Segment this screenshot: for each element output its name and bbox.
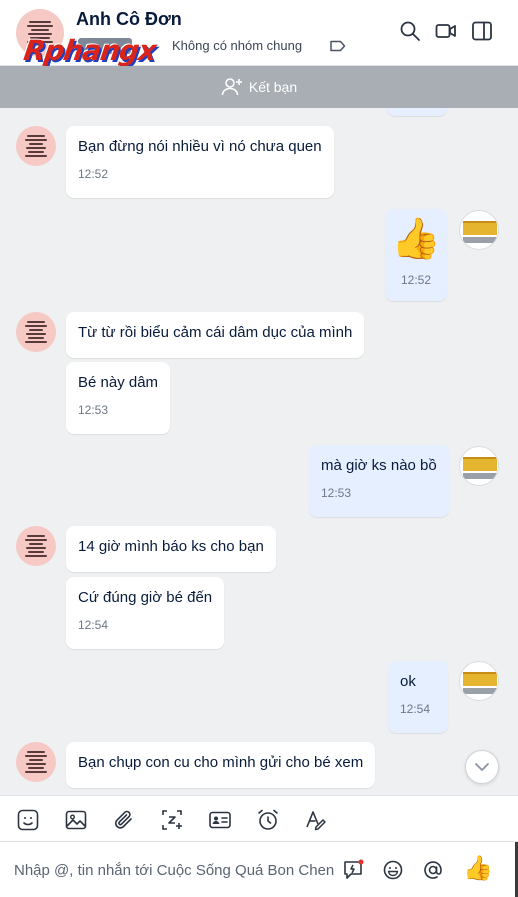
contact-subtitle: Không có nhóm chung — [172, 38, 303, 53]
message-bubble[interactable]: Bạn chụp con cu cho mình gửi cho bé xem — [66, 742, 376, 788]
message-text: Bạn chụp con cu cho mình gửi cho bé xem — [78, 754, 364, 771]
sender-avatar[interactable] — [16, 126, 56, 166]
message-bubble[interactable]: Bạn đừng nói nhiều vì nó chưa quen 12:52 — [66, 126, 334, 198]
message-text: Bạn đừng nói nhiều vì nó chưa quen — [78, 138, 322, 155]
quick-message-icon[interactable] — [342, 859, 364, 881]
sidebar-toggle-icon[interactable] — [471, 20, 493, 42]
add-friend-label: Kết bạn — [248, 79, 298, 95]
text-format-icon[interactable] — [304, 808, 328, 832]
add-friend-bar[interactable]: Kết bạn — [0, 66, 518, 108]
message-bubble[interactable]: Từ từ rồi biểu cảm cái dâm dục của mình — [66, 312, 365, 358]
message-time: 12:52 — [78, 167, 109, 181]
message-bubble[interactable]: mà giờ ks nào bồ 12:53 — [309, 445, 449, 517]
message-text: Từ từ rồi biểu cảm cái dâm dục của mình — [78, 324, 353, 341]
message-time: 12:53 — [78, 403, 109, 417]
message-time: 12:54 — [78, 618, 109, 632]
my-avatar[interactable] — [459, 661, 499, 701]
image-icon[interactable] — [64, 808, 88, 832]
composer-toolbar — [0, 795, 518, 842]
message-text: Bé này dâm — [78, 374, 159, 391]
message-bubble[interactable]: Cứ đúng giờ bé đến 12:54 — [66, 577, 225, 649]
contact-card-icon[interactable] — [208, 808, 232, 832]
scroll-to-bottom-button[interactable] — [465, 750, 499, 784]
watermark-logo: Rphangx — [21, 34, 158, 67]
tag-icon[interactable] — [330, 40, 346, 52]
my-avatar[interactable] — [459, 210, 499, 250]
video-call-icon[interactable] — [435, 20, 457, 42]
sticker-icon[interactable] — [16, 808, 40, 832]
search-icon[interactable] — [399, 20, 421, 42]
message-list[interactable]: Bạn đừng nói nhiều vì nó chưa quen 12:52… — [0, 108, 518, 795]
message-text: Cứ đúng giờ bé đến — [78, 589, 213, 606]
chat-header: Anh Cô Đơn Không có nhóm chung Rphangx — [0, 0, 518, 67]
contact-name[interactable]: Anh Cô Đơn — [76, 9, 182, 30]
message-bubble-sticker[interactable]: 👍 12:52 — [385, 209, 447, 301]
send-thumbs-up-button[interactable]: 👍 — [463, 854, 493, 882]
message-bubble[interactable]: ok 12:54 — [388, 661, 448, 733]
attachment-icon[interactable] — [112, 808, 136, 832]
mention-icon[interactable] — [422, 859, 444, 881]
sender-avatar[interactable] — [16, 742, 56, 782]
sender-avatar[interactable] — [16, 526, 56, 566]
message-time: 12:54 — [400, 702, 431, 716]
screenshot-icon[interactable] — [160, 808, 184, 832]
message-input[interactable] — [14, 858, 334, 882]
message-time: 12:53 — [321, 486, 352, 500]
message-text: ok — [400, 673, 416, 690]
message-time: 12:52 — [400, 273, 432, 287]
reminder-icon[interactable] — [256, 808, 280, 832]
chevron-down-icon — [475, 763, 489, 771]
message-bubble[interactable]: Bé này dâm 12:53 — [66, 362, 171, 434]
sender-avatar[interactable] — [16, 312, 56, 352]
message-composer: 👍 — [0, 842, 518, 897]
message-bubble[interactable]: 14 giờ mình báo ks cho bạn — [66, 526, 276, 572]
my-avatar[interactable] — [459, 446, 499, 486]
add-friend-icon — [221, 78, 242, 96]
emoji-icon[interactable] — [382, 859, 404, 881]
message-text: 14 giờ mình báo ks cho bạn — [78, 538, 264, 555]
message-bubble-partial — [387, 108, 447, 116]
thumbs-up-icon: 👍 — [391, 216, 441, 262]
message-text: mà giờ ks nào bồ — [321, 457, 437, 474]
